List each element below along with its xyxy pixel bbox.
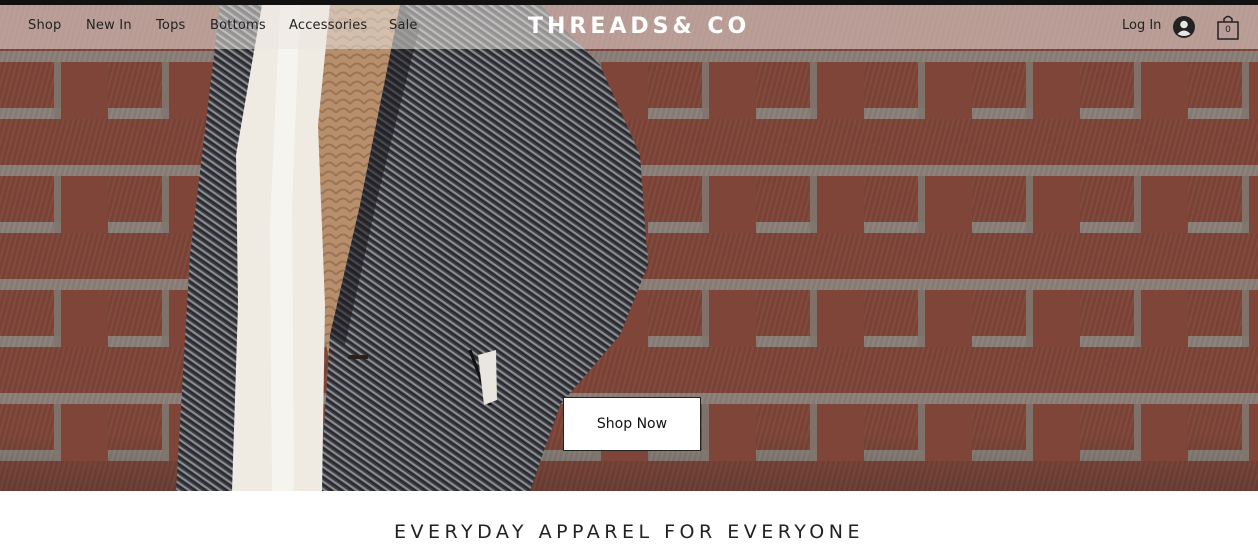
nav-bottoms[interactable]: Bottoms [210,18,266,33]
tagline-heading: EVERYDAY APPAREL FOR EVERYONE [394,521,864,543]
nav-accessories[interactable]: Accessories [289,18,367,33]
shop-now-button[interactable]: Shop Now [563,397,701,451]
top-navigation: Shop New In Tops Bottoms Accessories Sal… [0,5,1258,49]
brand-logo[interactable]: THREADS& CO [528,14,750,39]
nav-sale[interactable]: Sale [389,18,418,33]
nav-shop[interactable]: Shop [28,18,62,33]
user-circle-icon[interactable] [1173,16,1195,38]
cart-button[interactable]: 0 [1216,14,1240,40]
cart-count: 0 [1225,25,1231,35]
nav-tops[interactable]: Tops [156,18,186,33]
login-link[interactable]: Log In [1122,18,1161,33]
nav-new-in[interactable]: New In [86,18,132,33]
